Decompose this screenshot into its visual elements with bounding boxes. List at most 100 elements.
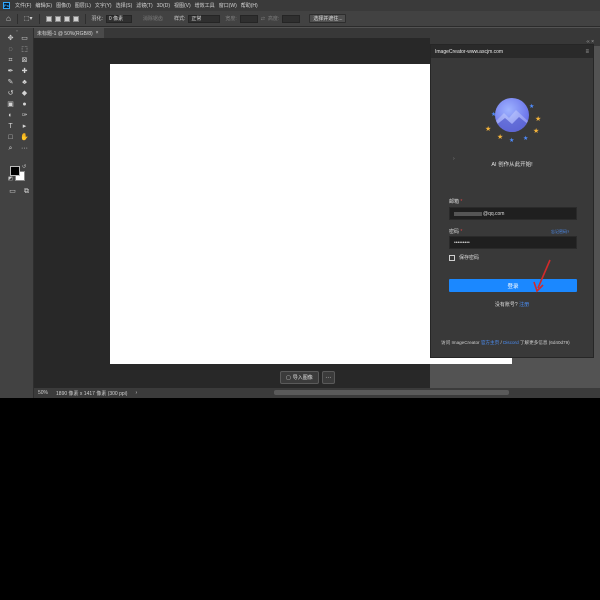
antialias-checkbox[interactable]: 消除锯齿 xyxy=(143,15,163,22)
zoom-level[interactable]: 50% xyxy=(38,390,48,396)
history-brush-tool-icon[interactable]: ↺ xyxy=(5,88,16,99)
healing-brush-tool-icon[interactable]: ✚ xyxy=(19,66,30,77)
rectangle-tool-icon[interactable]: □ xyxy=(5,132,16,143)
homepage-link[interactable]: 官方主页 xyxy=(481,340,499,345)
star-icon: ★ xyxy=(523,136,529,142)
path-select-tool-icon[interactable]: ▸ xyxy=(19,121,30,132)
new-selection-icon[interactable] xyxy=(45,15,52,22)
signup-row: 没有账号? 注册 xyxy=(431,301,593,308)
footer-prefix: 访问 ImageCreator xyxy=(441,340,481,345)
blur-tool-icon[interactable]: ● xyxy=(19,99,30,110)
tagline: AI 创作从此开始! xyxy=(491,162,533,168)
move-tool-icon[interactable]: ✥ xyxy=(5,33,16,44)
menu-view[interactable]: 视图(V) xyxy=(174,2,191,9)
horizontal-scrollbar[interactable] xyxy=(274,390,509,395)
frame-tool-icon[interactable]: ⊠ xyxy=(19,55,30,66)
import-image-button[interactable]: ▢ 导入图像 xyxy=(280,371,319,384)
discord-link[interactable]: Discord xyxy=(503,340,519,345)
menu-bar: Ps 文件(F) 编辑(E) 图像(I) 图层(L) 文字(Y) 选择(S) 滤… xyxy=(0,0,600,11)
email-label: 邮箱 * xyxy=(449,199,463,205)
swap-dimensions-icon[interactable]: ⇄ xyxy=(261,16,265,22)
home-icon[interactable]: ⌂ xyxy=(6,14,11,23)
star-icon: ★ xyxy=(529,104,535,110)
image-icon: ▢ xyxy=(286,374,291,381)
tool-grid: ✥ ▭ ◌ ⬚ ⌗ ⊠ ✒ ✚ ✎ ♣ ↺ ◆ ▣ ● ◐ ✑ T ▸ □ ✋ ⌕ ··· xyxy=(0,33,33,154)
menu-file[interactable]: 文件(F) xyxy=(15,2,31,9)
menu-type[interactable]: 文字(Y) xyxy=(95,2,112,9)
document-tab[interactable]: 未标题-1 @ 50%(RGB/8) × xyxy=(34,28,104,38)
password-label: 密码 * xyxy=(449,229,463,235)
star-icon: ★ xyxy=(509,138,515,144)
email-field[interactable]: @qq.com xyxy=(449,207,577,220)
eraser-tool-icon[interactable]: ◆ xyxy=(19,88,30,99)
forgot-password-link[interactable]: 忘记密码? xyxy=(551,229,569,235)
menu-edit[interactable]: 编辑(E) xyxy=(35,2,52,9)
intersect-selection-icon[interactable] xyxy=(72,15,79,22)
pen-tool-icon[interactable]: ✑ xyxy=(19,110,30,121)
redacted-text xyxy=(454,211,482,216)
menu-layer[interactable]: 图层(L) xyxy=(75,2,91,9)
toolbox: » ✥ ▭ ◌ ⬚ ⌗ ⊠ ✒ ✚ ✎ ♣ ↺ ◆ ▣ ● ◐ ✑ T ▸ □ ✋ ⌕ ··· ↺ ◩ ▭ ⧉ xyxy=(0,28,34,398)
subtract-selection-icon[interactable] xyxy=(63,15,70,22)
screen-mode-icon[interactable]: ⧉ xyxy=(21,186,32,197)
menu-filter[interactable]: 滤镜(T) xyxy=(136,2,152,9)
document-tab-bar: 未标题-1 @ 50%(RGB/8) × xyxy=(34,28,600,38)
import-image-label: 导入图像 xyxy=(292,375,313,381)
remember-checkbox[interactable] xyxy=(449,254,455,261)
menu-help[interactable]: 帮助(H) xyxy=(241,2,258,9)
more-options-button[interactable]: ··· xyxy=(321,371,335,384)
footer-row: 访问 ImageCreator 官方主页 / Discord 了解更多信息 (6… xyxy=(441,340,591,346)
lasso-tool-icon[interactable]: ◌ xyxy=(5,44,16,55)
eyedropper-tool-icon[interactable]: ✒ xyxy=(5,66,16,77)
close-tab-icon[interactable]: × xyxy=(96,30,99,36)
options-bar: ⌂ ⬚▾ 羽化: 0 像素 消除锯齿 样式: 正常 宽度: ⇄ 高度: 选择并遮… xyxy=(0,11,600,27)
remember-password[interactable]: 保存密码 xyxy=(449,254,479,261)
swap-colors-icon[interactable]: ↺ xyxy=(22,164,26,170)
menu-3d[interactable]: 3D(D) xyxy=(157,3,170,9)
width-input[interactable] xyxy=(239,14,258,23)
style-select[interactable]: 正常 xyxy=(188,14,221,23)
object-select-tool-icon[interactable]: ⬚ xyxy=(19,44,30,55)
status-menu-arrow-icon[interactable]: › xyxy=(135,390,137,396)
document-info: 1890 像素 x 1417 像素 (300 ppi) xyxy=(56,390,128,397)
photoshop-window: Ps 文件(F) 编辑(E) 图像(I) 图层(L) 文字(Y) 选择(S) 滤… xyxy=(0,0,600,398)
crop-tool-icon[interactable]: ⌗ xyxy=(5,55,16,66)
brush-tool-icon[interactable]: ✎ xyxy=(5,77,16,88)
more-tools-icon[interactable]: ··· xyxy=(19,143,30,154)
zoom-tool-icon[interactable]: ⌕ xyxy=(5,143,16,154)
login-button[interactable]: 登录 xyxy=(449,279,577,292)
hand-tool-icon[interactable]: ✋ xyxy=(19,132,30,143)
menu-select[interactable]: 选择(S) xyxy=(116,2,133,9)
default-colors-icon[interactable]: ◩ xyxy=(8,176,13,182)
menu-plugins[interactable]: 增效工具 xyxy=(195,2,215,9)
gradient-tool-icon[interactable]: ▣ xyxy=(5,99,16,110)
type-tool-icon[interactable]: T xyxy=(5,121,16,132)
marquee-preset-icon[interactable]: ⬚▾ xyxy=(24,16,33,22)
menu-window[interactable]: 窗口(W) xyxy=(219,2,237,9)
stamp-tool-icon[interactable]: ♣ xyxy=(19,77,30,88)
menu-image[interactable]: 图像(I) xyxy=(56,2,71,9)
height-input[interactable] xyxy=(282,14,301,23)
logo-circle-icon xyxy=(495,98,529,132)
panel-menu-icon[interactable]: ≡ xyxy=(585,49,589,55)
add-selection-icon[interactable] xyxy=(54,15,61,22)
contextual-task-bar: ▢ 导入图像 ··· xyxy=(280,371,335,384)
remember-label: 保存密码 xyxy=(459,255,480,261)
foreground-color-swatch[interactable] xyxy=(10,166,20,176)
feather-input[interactable]: 0 像素 xyxy=(105,14,132,23)
plugin-login-view: ★ ★ ★ ★ ★ ★ ★ ★ › AI 创作从此开始! 邮箱 * @qq.co… xyxy=(431,58,593,357)
document-tab-label: 未标题-1 @ 50%(RGB/8) xyxy=(37,30,93,37)
star-icon: ★ xyxy=(535,116,542,123)
panel-tab[interactable]: ImageCreator-www.ascjm.com xyxy=(435,49,503,55)
artboard-tool-icon[interactable]: ▭ xyxy=(19,33,30,44)
quick-mask-icon[interactable]: ▭ xyxy=(7,186,18,197)
options-divider xyxy=(38,13,40,24)
dodge-tool-icon[interactable]: ◐ xyxy=(5,110,16,121)
signup-link[interactable]: 注册 xyxy=(519,302,529,308)
star-icon: ★ xyxy=(485,126,492,133)
canvas-workspace xyxy=(34,38,512,388)
select-and-mask-button[interactable]: 选择并遮住... xyxy=(309,14,347,23)
password-field[interactable]: ••••••••• xyxy=(449,236,577,249)
footer-suffix: 了解更多信息 (6d40d79) xyxy=(518,340,570,345)
width-label: 宽度: xyxy=(225,16,237,22)
